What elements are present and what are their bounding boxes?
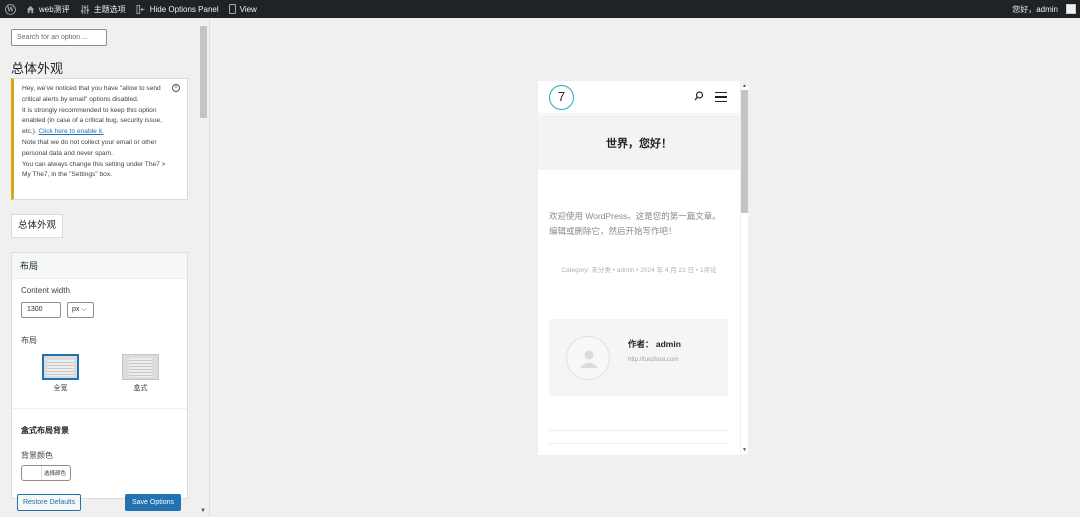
hide-options-panel-button[interactable]: Hide Options Panel [131, 0, 224, 18]
enable-alerts-link[interactable]: Click here to enable it. [39, 128, 104, 135]
notice-text-1: Hey, we've noticed that you have "allow … [22, 85, 161, 103]
view-label: View [239, 4, 257, 14]
hide-options-label: Hide Options Panel [149, 4, 219, 14]
layout-option-boxed[interactable] [122, 354, 159, 380]
content-width-input[interactable]: 1300 [21, 302, 61, 318]
preview-scrollbar-thumb[interactable] [741, 90, 748, 213]
layout-boxed-caption: 盒式 [133, 385, 148, 392]
dismiss-notice-icon[interactable]: × [172, 84, 180, 92]
site-preview: 7 世界，您好！ 欢迎使用 WordPress。这是您的第一篇文章。编辑或删除它… [538, 81, 740, 455]
divider [12, 408, 187, 409]
critical-alerts-notice: × Hey, we've noticed that you have "allo… [11, 78, 188, 200]
select-color-label: 选择颜色 [44, 471, 67, 477]
notice-text-2: It is strongly recommended to keep this … [22, 106, 163, 136]
author-box: 作者： admin http://tuozhusi.com [549, 319, 728, 396]
author-url[interactable]: http://tuozhusi.com [628, 357, 678, 363]
scroll-down-arrow-icon[interactable]: ▼ [200, 508, 206, 514]
unit-select[interactable]: px ⌵ [67, 302, 94, 318]
collapse-panel-icon [136, 4, 145, 14]
divider [549, 443, 728, 444]
notice-text-3: Note that we do not collect your email o… [22, 138, 157, 157]
layout-section-title[interactable]: 布局 [12, 253, 187, 279]
home-icon [26, 5, 35, 13]
tab-general-appearance[interactable]: 总体外观 [11, 214, 64, 238]
notice-text-4: You can always change this setting under… [22, 160, 166, 179]
options-panel-content: 总体外观 × Hey, we've noticed that you have … [0, 18, 198, 499]
preview-page-title: 世界，您好！ [538, 115, 740, 170]
my-account-menu[interactable]: 您好，admin [1007, 0, 1080, 18]
content-width-label: Content width [21, 286, 70, 295]
page-title: 总体外观 [11, 61, 64, 76]
view-button[interactable]: View [224, 0, 262, 18]
chevron-down-icon: ⌵ [81, 306, 87, 313]
theme-options-label: 主题选项 [93, 4, 126, 14]
layout-option-full-width[interactable] [42, 354, 79, 380]
select-color-button[interactable]: 选择颜色 [21, 465, 71, 481]
search-icon[interactable] [694, 91, 704, 101]
layout-section: 布局 Content width 1300 px ⌵ 布局 全宽 盒式 盒式布局… [11, 252, 188, 499]
post-meta: Category: 未分类 • admin • 2024 年 4 月 22 日 … [561, 267, 717, 274]
theme-options-link[interactable]: 主题选项 [75, 0, 131, 18]
svg-text:W: W [6, 6, 14, 13]
post-excerpt: 欢迎使用 WordPress。这是您的第一篇文章。编辑或删除它，然后开始写作吧！ [549, 211, 721, 236]
greeting-text: 您好，admin [1012, 4, 1058, 14]
site-name: web测评 [39, 4, 70, 14]
wordpress-logo-icon[interactable]: W [0, 0, 21, 18]
site-logo[interactable]: 7 [549, 85, 574, 110]
options-panel: 总体外观 × Hey, we've noticed that you have … [0, 18, 210, 517]
avatar [1066, 4, 1076, 14]
layout-full-caption: 全宽 [53, 385, 68, 392]
divider [549, 430, 728, 431]
scroll-down-arrow-icon[interactable]: ▼ [742, 447, 747, 453]
save-options-button[interactable]: Save Options [125, 494, 182, 511]
preview-header: 7 [538, 81, 740, 114]
site-name-link[interactable]: web测评 [21, 0, 75, 18]
layout-label: 布局 [21, 336, 37, 345]
admin-bar: W web测评 主题选项 Hide Options Panel View 您好，… [0, 0, 1080, 18]
search-options-input[interactable] [11, 29, 107, 46]
background-color-label: 背景颜色 [21, 451, 53, 460]
color-swatch [22, 466, 42, 480]
sliders-icon [80, 4, 89, 14]
panel-scrollbar-thumb[interactable] [200, 26, 207, 118]
mobile-device-icon [228, 4, 236, 14]
restore-defaults-button[interactable]: Restore Defaults [17, 494, 82, 511]
boxed-background-heading: 盒式布局背景 [21, 426, 69, 435]
hamburger-menu-icon[interactable] [715, 92, 727, 102]
author-avatar-icon [566, 336, 610, 380]
author-name: 作者： admin [628, 339, 681, 349]
scroll-up-arrow-icon[interactable]: ▲ [742, 83, 747, 89]
